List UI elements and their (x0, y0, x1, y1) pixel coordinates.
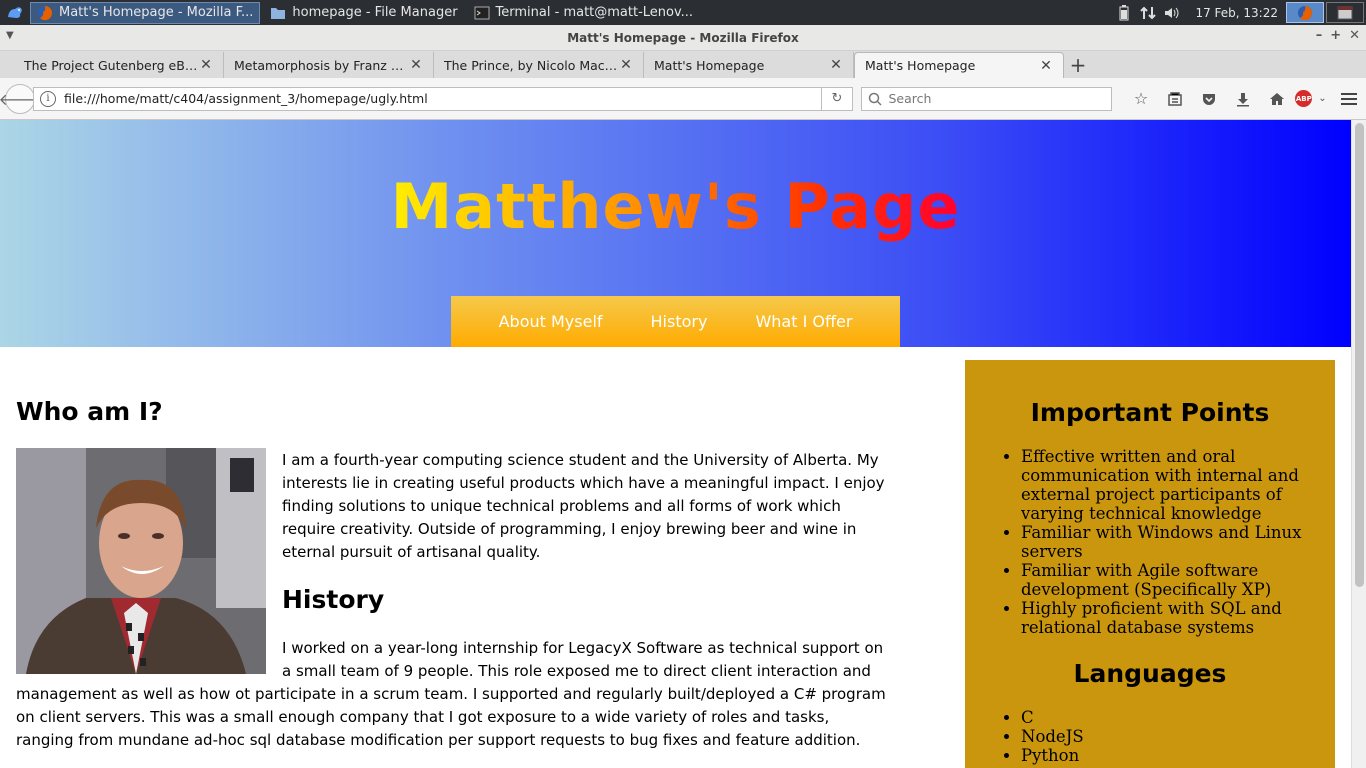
navigation-toolbar: 🡐 i file:///home/matt/c404/assignment_3/… (0, 78, 1366, 120)
important-points-heading: Important Points (1030, 398, 1270, 427)
tab-homepage[interactable]: Matt's Homepage ✕ (644, 52, 854, 78)
tab-close-icon[interactable]: ✕ (619, 57, 633, 73)
pocket-icon[interactable] (1192, 85, 1226, 113)
list-item: C (1021, 708, 1311, 727)
tab-gutenberg[interactable]: The Project Gutenberg eBook... ✕ (14, 52, 224, 78)
taskbar-task-label: Terminal - matt@matt-Lenov... (495, 5, 694, 20)
window-titlebar: ▼ Matt's Homepage - Mozilla Firefox – + … (0, 25, 1366, 51)
site-title-text: Matthew's Page (390, 170, 961, 243)
back-button[interactable]: 🡐 (0, 83, 41, 114)
reload-icon: ↻ (831, 91, 843, 106)
page-scrollbar[interactable] (1351, 120, 1366, 768)
home-icon[interactable] (1260, 85, 1294, 113)
tab-the-prince[interactable]: The Prince, by Nicolo Machia... ✕ (434, 52, 644, 78)
important-points-list: Effective written and oral communication… (1021, 447, 1311, 637)
taskbar-task-label: homepage - File Manager (292, 5, 458, 20)
tab-title: Metamorphosis by Franz Kafka (234, 57, 409, 73)
volume-icon[interactable] (1161, 0, 1183, 25)
reading-list-icon[interactable] (1158, 85, 1192, 113)
nav-link-offer[interactable]: What I Offer (755, 312, 852, 331)
tab-metamorphosis[interactable]: Metamorphosis by Franz Kafka ✕ (224, 52, 434, 78)
taskbar-task-firefox[interactable]: Matt's Homepage - Mozilla F... (30, 1, 261, 24)
tab-close-icon[interactable]: ✕ (829, 57, 843, 73)
url-bar[interactable]: i file:///home/matt/c404/assignment_3/ho… (33, 86, 822, 111)
maximize-icon[interactable]: + (1330, 28, 1341, 43)
window-title: Matt's Homepage - Mozilla Firefox (567, 30, 799, 45)
terminal-icon (474, 5, 490, 21)
who-am-i-text: I am a fourth-year computing science stu… (282, 451, 885, 561)
history-text-rest: management as well as how ot participate… (16, 685, 886, 749)
list-item: Highly proficient with SQL and relationa… (1021, 599, 1311, 637)
folder-icon (270, 5, 286, 21)
tab-close-icon[interactable]: ✕ (409, 57, 423, 73)
info-icon[interactable]: i (40, 90, 56, 107)
window-menu-icon[interactable]: ▼ (6, 30, 14, 41)
tab-title: Matt's Homepage (654, 57, 765, 73)
clock[interactable]: 17 Feb, 13:22 (1195, 6, 1278, 20)
sidebar: Important Points Effective written and o… (965, 360, 1335, 768)
history-text: I worked on a year-long internship for L… (16, 637, 891, 752)
site-nav: About Myself History What I Offer (451, 296, 900, 347)
search-placeholder: Search (888, 91, 932, 106)
adblock-plus-icon[interactable]: ABP ⌄ (1294, 85, 1328, 113)
page-viewport: Matthew's Page About Myself History What… (0, 120, 1351, 768)
list-item: NodeJS (1021, 727, 1311, 746)
site-title: Matthew's Page (0, 170, 1351, 243)
xfce-menu-icon[interactable] (0, 0, 30, 25)
scrollbar-thumb[interactable] (1355, 123, 1364, 587)
languages-list: C NodeJS Python (1021, 708, 1311, 765)
firefox-icon (37, 5, 53, 21)
chevron-down-icon: ⌄ (1318, 93, 1327, 104)
taskbar-firefox-icon[interactable] (1286, 2, 1324, 23)
tab-homepage-active[interactable]: Matt's Homepage ✕ (854, 52, 1064, 78)
reload-button[interactable]: ↻ (821, 86, 854, 111)
languages-heading: Languages (1073, 659, 1227, 688)
battery-icon[interactable] (1113, 0, 1135, 25)
search-input[interactable]: Search (861, 86, 1112, 111)
url-text: file:///home/matt/c404/assignment_3/home… (64, 91, 428, 106)
tab-close-icon[interactable]: ✕ (1039, 58, 1053, 74)
network-icon[interactable] (1137, 0, 1159, 25)
downloads-icon[interactable] (1226, 85, 1260, 113)
minimize-icon[interactable]: – (1316, 28, 1323, 43)
search-icon (869, 92, 882, 106)
history-text-first: I worked on a year-long internship for L… (282, 639, 884, 680)
tab-title: The Project Gutenberg eBook... (24, 57, 199, 73)
history-heading: History (282, 585, 385, 614)
new-tab-button[interactable]: + (1064, 52, 1092, 78)
tab-title: Matt's Homepage (865, 58, 976, 73)
taskbar-task-file-manager[interactable]: homepage - File Manager (264, 2, 463, 24)
list-item: Familiar with Windows and Linux servers (1021, 523, 1311, 561)
list-item: Python (1021, 746, 1311, 765)
tab-title: The Prince, by Nicolo Machia... (444, 57, 619, 73)
tab-bar: The Project Gutenberg eBook... ✕ Metamor… (0, 51, 1366, 78)
close-icon[interactable]: ✕ (1349, 28, 1360, 43)
nav-link-history[interactable]: History (651, 312, 708, 331)
tab-close-icon[interactable]: ✕ (199, 57, 213, 73)
site-header: Matthew's Page About Myself History What… (0, 120, 1351, 347)
taskbar-window-icon[interactable] (1326, 2, 1364, 23)
hamburger-menu-icon[interactable] (1332, 85, 1366, 113)
list-item: Effective written and oral communication… (1021, 447, 1311, 523)
bookmark-star-icon[interactable]: ☆ (1124, 85, 1158, 113)
taskbar-task-label: Matt's Homepage - Mozilla F... (59, 5, 254, 20)
who-am-i-heading: Who am I? (16, 397, 163, 426)
nav-link-about[interactable]: About Myself (499, 312, 603, 331)
taskbar-task-terminal[interactable]: Terminal - matt@matt-Lenov... (468, 2, 700, 24)
desktop-taskbar: Matt's Homepage - Mozilla F... homepage … (0, 0, 1366, 25)
list-item: Familiar with Agile software development… (1021, 561, 1311, 599)
